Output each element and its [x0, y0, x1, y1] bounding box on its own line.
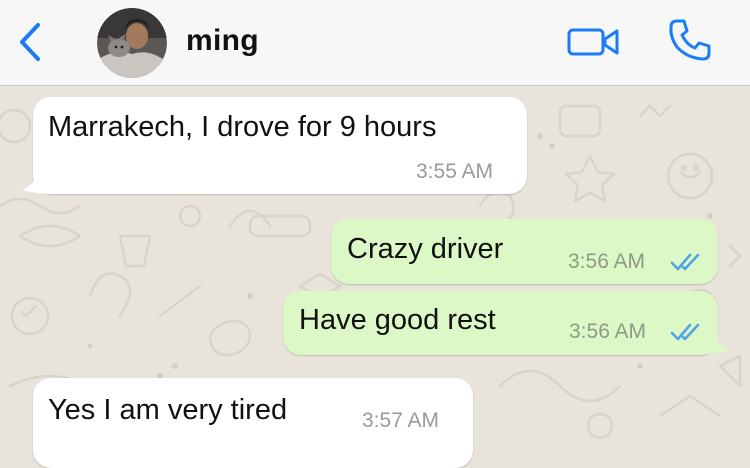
voice-call-button[interactable] — [664, 16, 716, 68]
contact-avatar[interactable] — [97, 8, 167, 78]
bubble-tail-outgoing — [700, 330, 730, 354]
person-photo-icon — [97, 8, 167, 78]
message-text: Crazy driver — [347, 233, 504, 265]
message-text: Have good rest — [299, 304, 496, 336]
message-bubble-incoming[interactable]: Marrakech, I drove for 9 hours 3:55 AM — [33, 97, 527, 194]
back-button[interactable] — [10, 22, 50, 66]
video-camera-icon — [567, 26, 621, 61]
video-call-button[interactable] — [566, 22, 622, 64]
read-receipt-icon — [670, 253, 700, 271]
message-timestamp: 3:56 AM — [569, 320, 647, 343]
message-bubble-incoming[interactable]: Yes I am very tired 3:57 AM — [33, 378, 473, 468]
message-bubble-outgoing[interactable]: Crazy driver 3:56 AM — [331, 219, 718, 284]
message-timestamp: 3:56 AM — [568, 250, 646, 273]
phone-icon — [667, 17, 713, 68]
message-timestamp: 3:57 AM — [362, 409, 440, 432]
contact-name[interactable]: ming — [186, 24, 259, 58]
message-text: Marrakech, I drove for 9 hours — [48, 111, 437, 143]
chat-header: ming — [0, 0, 750, 86]
read-receipt-icon — [670, 323, 700, 341]
chevron-left-icon — [18, 22, 42, 67]
message-bubble-outgoing[interactable]: Have good rest 3:56 AM — [283, 291, 718, 355]
message-text: Yes I am very tired — [48, 394, 288, 426]
message-timestamp: 3:55 AM — [416, 160, 494, 183]
bubble-tail-incoming — [22, 170, 52, 194]
